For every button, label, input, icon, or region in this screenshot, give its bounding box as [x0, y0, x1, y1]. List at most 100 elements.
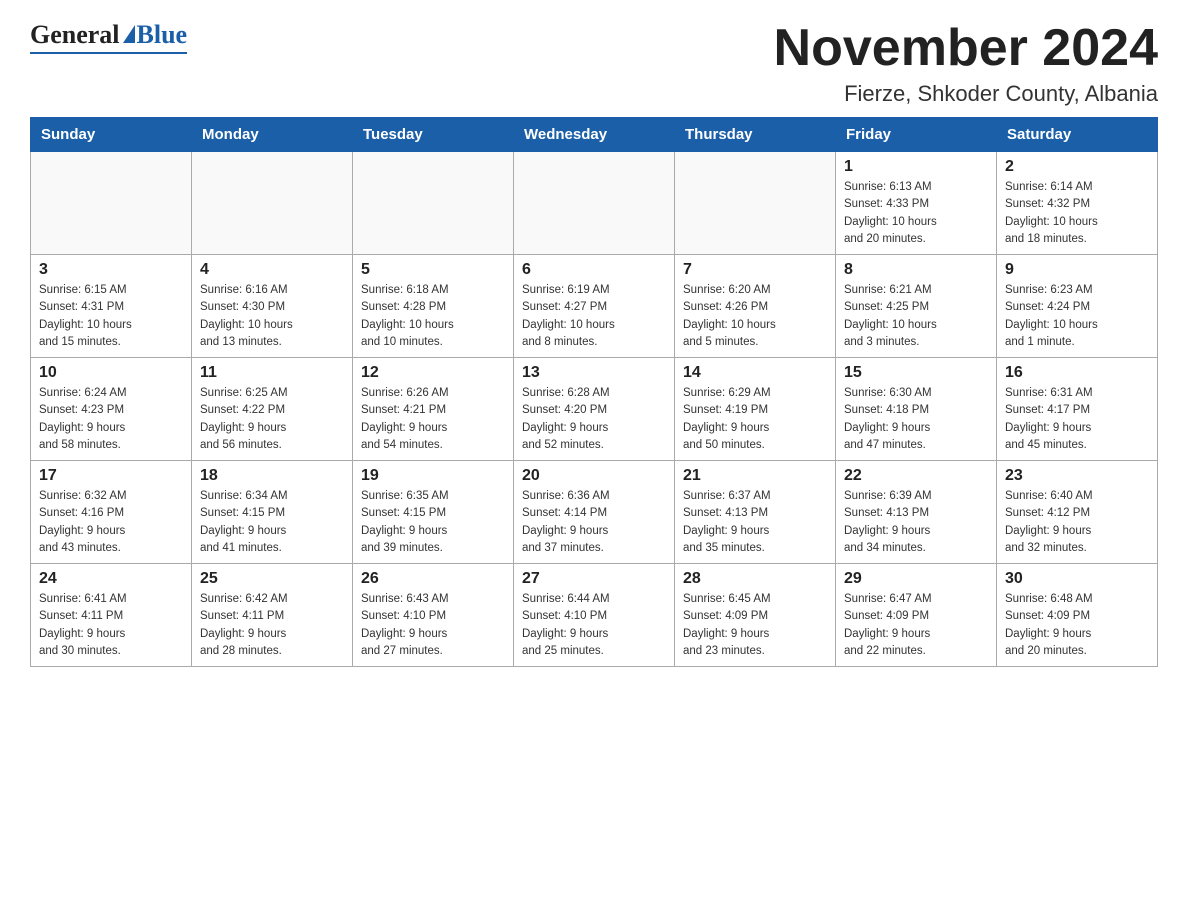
calendar-cell: 6 Sunrise: 6:19 AM Sunset: 4:27 PM Daylig…: [514, 255, 675, 358]
calendar-cell: 15 Sunrise: 6:30 AM Sunset: 4:18 PM Dayli…: [836, 358, 997, 461]
day-number: 25: [200, 570, 344, 588]
day-number: 10: [39, 364, 183, 382]
day-number: 30: [1005, 570, 1149, 588]
day-number: 23: [1005, 467, 1149, 485]
calendar-cell: 23 Sunrise: 6:40 AM Sunset: 4:12 PM Dayli…: [997, 461, 1158, 564]
day-info: Sunrise: 6:21 AM Sunset: 4:25 PM Dayligh…: [844, 282, 988, 351]
calendar-cell: 25 Sunrise: 6:42 AM Sunset: 4:11 PM Dayli…: [192, 564, 353, 667]
calendar-cell: 10 Sunrise: 6:24 AM Sunset: 4:23 PM Dayli…: [31, 358, 192, 461]
day-number: 28: [683, 570, 827, 588]
calendar-cell: 7 Sunrise: 6:20 AM Sunset: 4:26 PM Daylig…: [675, 255, 836, 358]
day-number: 13: [522, 364, 666, 382]
location-title: Fierze, Shkoder County, Albania: [774, 81, 1158, 107]
day-number: 2: [1005, 158, 1149, 176]
calendar-cell: 5 Sunrise: 6:18 AM Sunset: 4:28 PM Daylig…: [353, 255, 514, 358]
day-info: Sunrise: 6:14 AM Sunset: 4:32 PM Dayligh…: [1005, 179, 1149, 248]
day-info: Sunrise: 6:24 AM Sunset: 4:23 PM Dayligh…: [39, 385, 183, 454]
day-info: Sunrise: 6:25 AM Sunset: 4:22 PM Dayligh…: [200, 385, 344, 454]
day-info: Sunrise: 6:18 AM Sunset: 4:28 PM Dayligh…: [361, 282, 505, 351]
logo-underline: [30, 52, 187, 54]
day-number: 1: [844, 158, 988, 176]
day-info: Sunrise: 6:30 AM Sunset: 4:18 PM Dayligh…: [844, 385, 988, 454]
calendar-cell: [31, 152, 192, 255]
weekday-header-tuesday: Tuesday: [353, 118, 514, 152]
day-number: 11: [200, 364, 344, 382]
logo-general-text: General: [30, 20, 120, 50]
day-info: Sunrise: 6:42 AM Sunset: 4:11 PM Dayligh…: [200, 591, 344, 660]
day-number: 14: [683, 364, 827, 382]
calendar-cell: 13 Sunrise: 6:28 AM Sunset: 4:20 PM Dayli…: [514, 358, 675, 461]
calendar-week-row: 3 Sunrise: 6:15 AM Sunset: 4:31 PM Daylig…: [31, 255, 1158, 358]
day-info: Sunrise: 6:26 AM Sunset: 4:21 PM Dayligh…: [361, 385, 505, 454]
day-number: 6: [522, 261, 666, 279]
calendar-cell: 16Sunrise: 6:31 AM Sunset: 4:17 PM Dayli…: [997, 358, 1158, 461]
day-info: Sunrise: 6:40 AM Sunset: 4:12 PM Dayligh…: [1005, 488, 1149, 557]
calendar-cell: 19 Sunrise: 6:35 AM Sunset: 4:15 PM Dayli…: [353, 461, 514, 564]
calendar-cell: 8 Sunrise: 6:21 AM Sunset: 4:25 PM Daylig…: [836, 255, 997, 358]
calendar-week-row: 17 Sunrise: 6:32 AM Sunset: 4:16 PM Dayli…: [31, 461, 1158, 564]
day-number: 20: [522, 467, 666, 485]
day-number: 7: [683, 261, 827, 279]
day-info: Sunrise: 6:19 AM Sunset: 4:27 PM Dayligh…: [522, 282, 666, 351]
day-number: 18: [200, 467, 344, 485]
day-info: Sunrise: 6:23 AM Sunset: 4:24 PM Dayligh…: [1005, 282, 1149, 351]
day-number: 17: [39, 467, 183, 485]
page-header: General Blue November 2024 Fierze, Shkod…: [30, 20, 1158, 107]
day-number: 26: [361, 570, 505, 588]
day-number: 27: [522, 570, 666, 588]
calendar-cell: 20 Sunrise: 6:36 AM Sunset: 4:14 PM Dayli…: [514, 461, 675, 564]
calendar-cell: 24Sunrise: 6:41 AM Sunset: 4:11 PM Dayli…: [31, 564, 192, 667]
day-number: 24: [39, 570, 183, 588]
day-number: 3: [39, 261, 183, 279]
weekday-header-thursday: Thursday: [675, 118, 836, 152]
month-title: November 2024: [774, 20, 1158, 77]
day-number: 12: [361, 364, 505, 382]
day-number: 4: [200, 261, 344, 279]
calendar-cell: 3 Sunrise: 6:15 AM Sunset: 4:31 PM Daylig…: [31, 255, 192, 358]
day-info: Sunrise: 6:35 AM Sunset: 4:15 PM Dayligh…: [361, 488, 505, 557]
logo-blue-text: Blue: [137, 20, 188, 50]
calendar-cell: 11 Sunrise: 6:25 AM Sunset: 4:22 PM Dayli…: [192, 358, 353, 461]
logo: General Blue: [30, 20, 187, 54]
calendar-cell: 28 Sunrise: 6:45 AM Sunset: 4:09 PM Dayli…: [675, 564, 836, 667]
day-number: 19: [361, 467, 505, 485]
day-info: Sunrise: 6:45 AM Sunset: 4:09 PM Dayligh…: [683, 591, 827, 660]
day-number: 15: [844, 364, 988, 382]
weekday-header-monday: Monday: [192, 118, 353, 152]
title-block: November 2024 Fierze, Shkoder County, Al…: [774, 20, 1158, 107]
day-info: Sunrise: 6:34 AM Sunset: 4:15 PM Dayligh…: [200, 488, 344, 557]
calendar-cell: 30Sunrise: 6:48 AM Sunset: 4:09 PM Dayli…: [997, 564, 1158, 667]
calendar-cell: 4 Sunrise: 6:16 AM Sunset: 4:30 PM Daylig…: [192, 255, 353, 358]
calendar-cell: [675, 152, 836, 255]
day-info: Sunrise: 6:32 AM Sunset: 4:16 PM Dayligh…: [39, 488, 183, 557]
calendar-cell: 26 Sunrise: 6:43 AM Sunset: 4:10 PM Dayli…: [353, 564, 514, 667]
day-number: 9: [1005, 261, 1149, 279]
day-info: Sunrise: 6:28 AM Sunset: 4:20 PM Dayligh…: [522, 385, 666, 454]
calendar-cell: 1Sunrise: 6:13 AM Sunset: 4:33 PM Daylig…: [836, 152, 997, 255]
calendar-week-row: 10 Sunrise: 6:24 AM Sunset: 4:23 PM Dayli…: [31, 358, 1158, 461]
calendar-cell: [353, 152, 514, 255]
day-info: Sunrise: 6:20 AM Sunset: 4:26 PM Dayligh…: [683, 282, 827, 351]
day-info: Sunrise: 6:15 AM Sunset: 4:31 PM Dayligh…: [39, 282, 183, 351]
weekday-header-sunday: Sunday: [31, 118, 192, 152]
calendar-cell: 2 Sunrise: 6:14 AM Sunset: 4:32 PM Daylig…: [997, 152, 1158, 255]
day-info: Sunrise: 6:37 AM Sunset: 4:13 PM Dayligh…: [683, 488, 827, 557]
day-info: Sunrise: 6:31 AM Sunset: 4:17 PM Dayligh…: [1005, 385, 1149, 454]
day-number: 21: [683, 467, 827, 485]
calendar-cell: 29Sunrise: 6:47 AM Sunset: 4:09 PM Dayli…: [836, 564, 997, 667]
day-info: Sunrise: 6:47 AM Sunset: 4:09 PM Dayligh…: [844, 591, 988, 660]
day-number: 5: [361, 261, 505, 279]
logo-triangle-icon: [123, 25, 135, 43]
calendar-cell: 21 Sunrise: 6:37 AM Sunset: 4:13 PM Dayli…: [675, 461, 836, 564]
calendar-cell: 17 Sunrise: 6:32 AM Sunset: 4:16 PM Dayli…: [31, 461, 192, 564]
calendar-week-row: 24Sunrise: 6:41 AM Sunset: 4:11 PM Dayli…: [31, 564, 1158, 667]
day-number: 8: [844, 261, 988, 279]
day-info: Sunrise: 6:16 AM Sunset: 4:30 PM Dayligh…: [200, 282, 344, 351]
calendar-cell: 14Sunrise: 6:29 AM Sunset: 4:19 PM Dayli…: [675, 358, 836, 461]
calendar-cell: [192, 152, 353, 255]
calendar-cell: 18 Sunrise: 6:34 AM Sunset: 4:15 PM Dayli…: [192, 461, 353, 564]
calendar-header-row: SundayMondayTuesdayWednesdayThursdayFrid…: [31, 118, 1158, 152]
day-info: Sunrise: 6:43 AM Sunset: 4:10 PM Dayligh…: [361, 591, 505, 660]
day-info: Sunrise: 6:36 AM Sunset: 4:14 PM Dayligh…: [522, 488, 666, 557]
calendar-cell: [514, 152, 675, 255]
